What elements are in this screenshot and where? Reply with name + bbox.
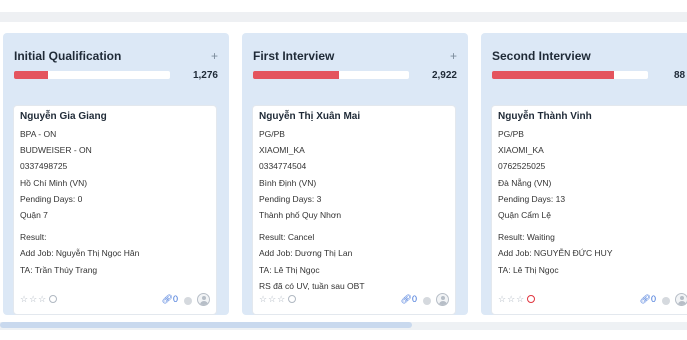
column-progress-fill — [492, 71, 614, 79]
candidate-district: Quận Cẩm Lệ — [498, 209, 551, 220]
column-header: Second Interview — [492, 49, 687, 67]
candidate-location: Bình Định (VN) — [259, 177, 317, 188]
horizontal-scrollbar[interactable] — [0, 322, 687, 330]
candidate-phone: 0337498725 — [20, 161, 68, 172]
column-progress-fill — [253, 71, 339, 79]
candidate-location: Hồ Chí Minh (VN) — [20, 177, 88, 188]
column-header: Initial Qualification + — [14, 49, 218, 67]
candidate-result: Result: — [20, 232, 47, 243]
candidate-add-job: Add Job: Dương Thị Lan — [259, 248, 353, 259]
attachment-count[interactable]: 🔗︎0 — [162, 294, 178, 305]
paperclip-icon: 🔗︎ — [400, 294, 412, 304]
status-circle-icon[interactable] — [527, 295, 536, 303]
user-avatar-icon[interactable] — [197, 293, 210, 306]
candidate-name: Nguyễn Thành Vinh — [498, 111, 592, 122]
candidate-details: BPA - ON BUDWEISER - ON 0337498725 Hồ Ch… — [20, 128, 212, 280]
column-title: First Interview — [253, 49, 335, 63]
user-avatar-icon[interactable] — [675, 293, 687, 306]
candidate-card[interactable]: Nguyễn Gia Giang BPA - ON BUDWEISER - ON… — [13, 105, 217, 315]
column-title: Initial Qualification — [14, 49, 122, 63]
rating-stars[interactable]: ☆☆☆ — [498, 294, 536, 305]
column-count: 1,276 — [192, 70, 218, 81]
candidate-district: Thành phố Quy Nhơn — [259, 209, 342, 220]
column-progress-bar — [253, 71, 409, 79]
status-circle-icon[interactable] — [49, 295, 58, 303]
scrollbar-thumb[interactable] — [0, 322, 412, 328]
candidate-details: PG/PB XIAOMI_KA 0762525025 Đà Nẵng (VN) … — [498, 128, 687, 280]
candidate-position: PG/PB — [259, 129, 285, 139]
star-icon[interactable]: ☆☆☆ — [20, 294, 47, 304]
column-progress-fill — [14, 71, 49, 79]
candidate-client: XIAOMI_KA — [498, 145, 544, 156]
candidate-details: PG/PB XIAOMI_KA 0334774504 Bình Định (VN… — [259, 128, 451, 296]
top-toolbar-strip — [0, 12, 687, 22]
candidate-pending-days: Pending Days: 0 — [20, 193, 83, 204]
candidate-ta: TA: Trần Thúy Trang — [20, 264, 98, 275]
star-icon[interactable]: ☆☆☆ — [498, 294, 525, 304]
column-first-interview: First Interview + 2,922 Nguyễn Thị Xuân … — [242, 33, 468, 315]
status-circle-icon[interactable] — [288, 295, 297, 303]
candidate-position: PG/PB — [498, 129, 524, 139]
candidate-result: Result: Waiting — [498, 232, 555, 243]
candidate-card[interactable]: Nguyễn Thành Vinh PG/PB XIAOMI_KA 076252… — [491, 105, 687, 315]
star-icon[interactable]: ☆☆☆ — [259, 294, 286, 304]
add-card-icon[interactable]: + — [211, 49, 218, 63]
candidate-phone: 0334774504 — [259, 161, 307, 172]
column-progress-bar — [492, 71, 648, 79]
candidate-add-job: Add Job: Nguyễn Thị Ngọc Hân — [20, 248, 140, 259]
candidate-client: BUDWEISER - ON — [20, 145, 92, 156]
status-dot-icon — [662, 297, 670, 305]
candidate-result: Result: Cancel — [259, 232, 315, 243]
column-count: 88 — [674, 70, 686, 81]
column-header: First Interview + — [253, 49, 457, 67]
column-progress-bar — [14, 71, 170, 79]
rating-stars[interactable]: ☆☆☆ — [20, 294, 58, 305]
candidate-district: Quận 7 — [20, 209, 48, 220]
kanban-board: Initial Qualification + 1,276 Nguyễn Gia… — [0, 33, 687, 315]
column-count: 2,922 — [431, 70, 457, 81]
user-avatar-icon[interactable] — [436, 293, 449, 306]
rating-stars[interactable]: ☆☆☆ — [259, 294, 297, 305]
candidate-pending-days: Pending Days: 13 — [498, 193, 566, 204]
paperclip-icon: 🔗︎ — [161, 294, 173, 304]
column-second-interview: Second Interview 88 Nguyễn Thành Vinh PG… — [481, 33, 687, 315]
card-footer: ☆☆☆ 🔗︎0 — [20, 293, 210, 308]
candidate-card[interactable]: Nguyễn Thị Xuân Mai PG/PB XIAOMI_KA 0334… — [252, 105, 456, 315]
candidate-phone: 0762525025 — [498, 161, 546, 172]
attachment-count[interactable]: 🔗︎0 — [401, 294, 417, 305]
card-footer: ☆☆☆ 🔗︎0 — [259, 293, 449, 308]
status-dot-icon — [184, 297, 192, 305]
column-title: Second Interview — [492, 49, 591, 63]
paperclip-icon: 🔗︎ — [639, 294, 651, 304]
attachment-count[interactable]: 🔗︎0 — [640, 294, 656, 305]
candidate-location: Đà Nẵng (VN) — [498, 177, 552, 188]
candidate-name: Nguyễn Gia Giang — [20, 111, 107, 122]
candidate-pending-days: Pending Days: 3 — [259, 193, 322, 204]
candidate-name: Nguyễn Thị Xuân Mai — [259, 111, 361, 122]
candidate-position: BPA - ON — [20, 129, 57, 139]
candidate-ta: TA: Lê Thị Ngọc — [259, 264, 320, 275]
candidate-add-job: Add Job: NGUYỄN ĐỨC HUY — [498, 248, 613, 259]
candidate-ta: TA: Lê Thị Ngọc — [498, 264, 559, 275]
status-dot-icon — [423, 297, 431, 305]
column-initial-qualification: Initial Qualification + 1,276 Nguyễn Gia… — [3, 33, 229, 315]
candidate-client: XIAOMI_KA — [259, 145, 305, 156]
card-footer: ☆☆☆ 🔗︎0 — [498, 293, 687, 308]
add-card-icon[interactable]: + — [450, 49, 457, 63]
